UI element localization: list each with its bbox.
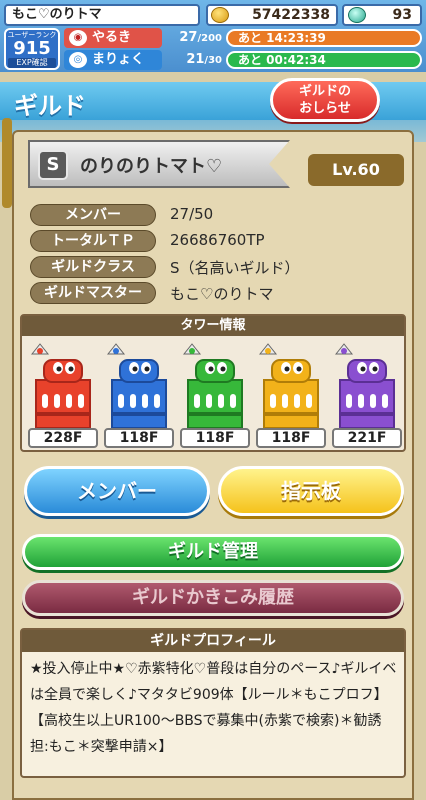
tower-floor: 228F	[28, 428, 98, 448]
coin-icon	[211, 7, 229, 23]
guild-profile: ギルドプロフィール ★投入停止中★♡赤紫特化♡普段は自分のペース♪ギルイベは全員…	[20, 628, 406, 778]
stamina-value: 27/200	[179, 30, 222, 45]
profile-text: ★投入停止中★♡赤紫特化♡普段は自分のペース♪ギルイベは全員で楽しく♪マタタビ9…	[30, 661, 397, 755]
info-row-members: メンバー 27/50	[30, 204, 410, 226]
info-label: トータルＴＰ	[30, 230, 156, 252]
status-bar: もこ♡のりトマ 57422338 93 ユーザーランク 915 EXP確認 ◉ …	[0, 0, 426, 72]
coin-counter: 57422338	[206, 4, 338, 26]
puyo-icon: ◉	[69, 30, 87, 46]
notice-label: ギルドの おしらせ	[298, 84, 351, 116]
magic-label: ◎ まりょく	[64, 50, 162, 70]
tower-floor: 221F	[332, 428, 402, 448]
profile-title: ギルドプロフィール	[22, 630, 404, 652]
info-row-class: ギルドクラス S（名高いギルド）	[30, 256, 410, 278]
info-value: 26686760TP	[170, 231, 265, 249]
info-label: ギルドマスター	[30, 282, 156, 304]
gem-value: 93	[392, 7, 412, 23]
exp-check-label: EXP確認	[8, 58, 56, 68]
bulletin-board-button[interactable]: 指示板	[218, 466, 404, 516]
info-row-total-tp: トータルＴＰ 26686760TP	[30, 230, 410, 252]
tower-yellow[interactable]: 118F	[254, 340, 328, 450]
magic-row[interactable]: ◎ まりょく 21/30 あと 00:42:34	[64, 50, 422, 70]
tower-green[interactable]: 118F	[178, 340, 252, 450]
gem-counter[interactable]: 93	[342, 4, 422, 26]
tower-blue[interactable]: 118F	[102, 340, 176, 450]
tower-purple-graphic	[334, 343, 395, 429]
tower-yellow-graphic	[258, 343, 319, 429]
magic-icon: ◎	[69, 52, 87, 68]
tower-floor: 118F	[104, 428, 174, 448]
info-value: 27/50	[170, 205, 214, 223]
tower-red[interactable]: 228F	[26, 340, 100, 450]
info-value: S（名高いギルド）	[170, 259, 300, 277]
magic-timer-bar: あと 00:42:34	[226, 51, 422, 69]
player-name: もこ♡のりトマ	[4, 4, 200, 26]
info-label: メンバー	[30, 204, 156, 226]
info-label: ギルドクラス	[30, 256, 156, 278]
guild-manage-button[interactable]: ギルド管理	[22, 534, 404, 570]
tower-floor: 118F	[180, 428, 250, 448]
coin-value: 57422338	[252, 7, 330, 23]
guild-notice-button[interactable]: ギルドの おしらせ	[270, 78, 380, 122]
info-row-master: ギルドマスター もこ♡のりトマ	[30, 282, 410, 304]
rank-number: 915	[13, 38, 51, 59]
tower-panel-title: タワー情報	[22, 316, 404, 336]
guild-level: Lv.60	[308, 154, 404, 186]
magic-value: 21/30	[186, 52, 222, 67]
members-button[interactable]: メンバー	[24, 466, 210, 516]
tower-panel: タワー情報 228F 118F 118F 118F 221F	[20, 314, 406, 452]
post-history-button[interactable]: ギルドかきこみ履歴	[22, 580, 404, 616]
tower-blue-graphic	[106, 343, 167, 429]
tower-floor: 118F	[256, 428, 326, 448]
info-value: もこ♡のりトマ	[170, 285, 274, 303]
stamina-label: ◉ やるき	[64, 28, 162, 48]
flag-pole	[2, 118, 12, 208]
guild-rank-badge: S	[38, 150, 68, 180]
stamina-timer-bar: あと 14:23:39	[226, 29, 422, 47]
tower-red-graphic	[30, 343, 91, 429]
user-rank-button[interactable]: ユーザーランク 915 EXP確認	[4, 28, 60, 70]
guild-name: のりのりトマト♡	[80, 156, 223, 177]
page-title: ギルド	[14, 92, 86, 120]
tower-green-graphic	[182, 343, 243, 429]
stamina-row[interactable]: ◉ やるき 27/200 あと 14:23:39	[64, 28, 422, 48]
gem-icon	[348, 7, 366, 23]
tower-purple[interactable]: 221F	[330, 340, 404, 450]
